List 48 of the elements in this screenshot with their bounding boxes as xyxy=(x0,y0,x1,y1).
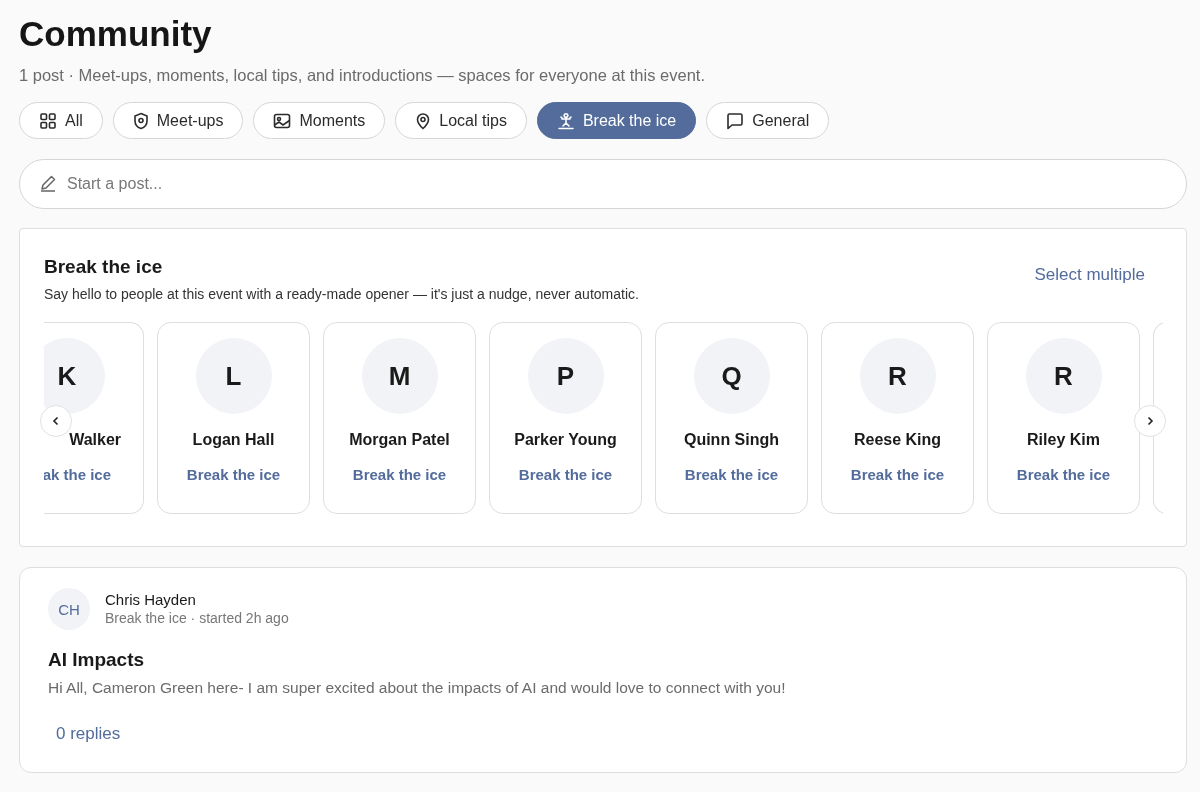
person-name: Reese King xyxy=(853,431,942,449)
break-the-ice-link[interactable]: Break the ice xyxy=(518,466,613,483)
break-the-ice-link[interactable]: Break the ice xyxy=(186,466,281,483)
avatar: K xyxy=(44,338,105,414)
pencil-icon xyxy=(39,174,57,192)
break-the-ice-link[interactable]: Break the ice xyxy=(684,466,779,483)
map-pin-icon xyxy=(415,111,432,130)
page-subtitle: 1 post · Meet-ups, moments, local tips, and introductions — spaces for everyone at this event. xyxy=(19,65,706,86)
avatar: Q xyxy=(693,338,770,414)
section-description: Say hello to people at this event with a ready-made opener — it's just a nudge, never automatic. xyxy=(44,285,639,303)
avatar: R xyxy=(1025,338,1102,414)
image-icon xyxy=(273,112,292,129)
filter-tab[interactable]: Break the ice xyxy=(536,102,697,139)
filter-tab[interactable]: Meet-ups xyxy=(112,102,244,139)
avatar: P xyxy=(527,338,604,414)
person-name: Logan Hall xyxy=(192,431,275,449)
post-input-field[interactable]: Start a post... xyxy=(19,159,1187,209)
avatar: M xyxy=(361,338,438,414)
person-name: Walker xyxy=(69,431,122,449)
grid-icon xyxy=(39,111,57,130)
filter-tab[interactable]: All xyxy=(19,102,103,139)
shield-icon xyxy=(132,111,149,130)
next-button[interactable] xyxy=(1134,405,1166,437)
replies-link[interactable]: 0 replies xyxy=(56,724,121,744)
select-multiple-link[interactable]: Select multiple xyxy=(1034,265,1145,285)
post-meta: Break the ice · started 2h ago xyxy=(105,609,289,628)
break-the-ice-link[interactable]: Break the ice xyxy=(1016,466,1111,483)
section-title: Break the ice xyxy=(44,255,164,279)
break-the-ice-link[interactable]: Break the ice xyxy=(352,466,447,483)
post-body: Hi All, Cameron Green here- I am super excited about the impacts of AI and would love to connect with you! xyxy=(48,678,787,698)
page-title: Community xyxy=(19,13,213,55)
break-the-ice-link[interactable]: Break the ice xyxy=(850,466,945,483)
author-name: Chris Hayden xyxy=(105,590,197,609)
avatar: L xyxy=(195,338,272,414)
avatar: R xyxy=(859,338,936,414)
chat-icon xyxy=(726,111,745,130)
chevron-right-icon xyxy=(1146,416,1154,426)
chevron-left-icon xyxy=(52,416,60,426)
filter-tab[interactable]: Local tips xyxy=(395,102,527,139)
skater-icon xyxy=(556,111,575,130)
filter-tab[interactable]: General xyxy=(706,102,830,139)
avatar: CH xyxy=(48,588,90,630)
person-name: Parker Young xyxy=(514,431,617,449)
person-name: Morgan Patel xyxy=(349,431,450,449)
person-name: Riley Kim xyxy=(1027,431,1100,449)
person-name: Quinn Singh xyxy=(683,431,780,449)
post-title: AI Impacts xyxy=(48,648,146,672)
filter-tab[interactable]: Moments xyxy=(253,102,386,139)
